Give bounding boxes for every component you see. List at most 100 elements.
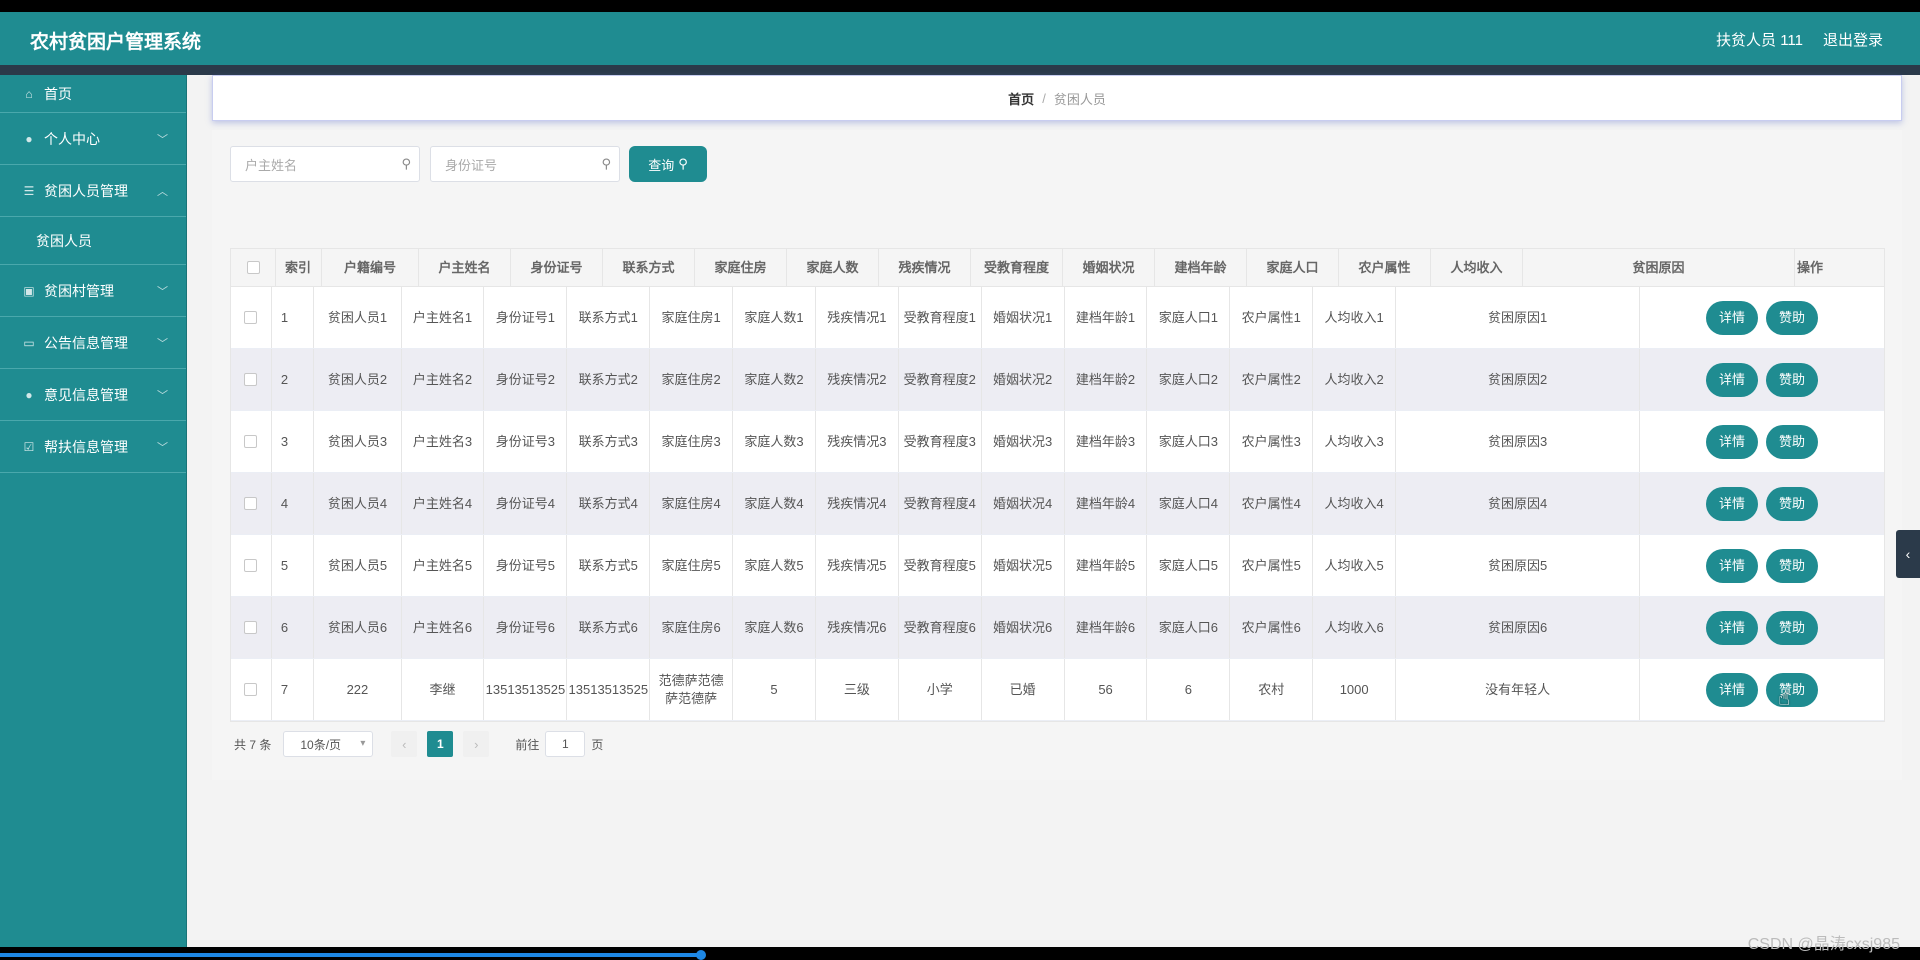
chevron-down-icon: ▾ xyxy=(360,738,366,749)
sidebar-item-personal-center[interactable]: ● 个人中心 ﹀ xyxy=(0,113,186,165)
cell-education: 小学 xyxy=(899,659,982,720)
row-checkbox[interactable] xyxy=(244,683,258,696)
cell-filing-age: 建档年龄6 xyxy=(1065,597,1148,658)
cell-education: 受教育程度4 xyxy=(899,473,982,534)
cell-contact: 联系方式6 xyxy=(567,597,651,658)
chevron-down-icon: ﹀ xyxy=(157,338,168,350)
cell-filing-age: 建档年龄2 xyxy=(1065,349,1148,410)
column-header: 索引 xyxy=(276,249,322,286)
column-header: 家庭人数 xyxy=(787,249,879,286)
chevron-down-icon: ﹀ xyxy=(157,442,168,454)
sidebar-item-home[interactable]: ⌂ 首页 xyxy=(0,75,186,113)
top-divider xyxy=(0,65,1920,75)
cell-income: 人均收入1 xyxy=(1313,287,1397,348)
query-button[interactable]: 查询 ⚲ xyxy=(629,146,707,182)
detail-button[interactable]: 详情 xyxy=(1706,548,1759,583)
detail-button[interactable]: 详情 xyxy=(1706,610,1759,645)
table-row: 6 贫困人员6 户主姓名6 身份证号6 联系方式6 家庭住房6 家庭人数6 残疾情况6 受教育程… xyxy=(231,597,1884,659)
detail-button[interactable]: 详情 xyxy=(1706,486,1759,521)
row-checkbox[interactable] xyxy=(244,373,258,386)
support-button[interactable]: 赞助 xyxy=(1766,362,1819,397)
cell-poverty-reason: 贫困原因1 xyxy=(1396,287,1641,348)
row-checkbox-cell xyxy=(231,287,272,348)
cell-disability: 残疾情况2 xyxy=(816,349,899,410)
page-number-current[interactable]: 1 xyxy=(427,731,454,757)
cell-housing: 家庭住房4 xyxy=(650,473,734,534)
row-checkbox[interactable] xyxy=(244,435,258,448)
prev-page-button[interactable]: ‹ xyxy=(391,731,418,757)
sidebar-item-label: 公告信息管理 xyxy=(44,334,128,351)
column-header: 婚姻状况 xyxy=(1063,249,1155,286)
support-button[interactable]: 赞助 xyxy=(1766,486,1819,521)
detail-button[interactable]: 详情 xyxy=(1706,672,1759,707)
cell-disability: 残疾情况6 xyxy=(816,597,899,658)
cell-marital-status: 婚姻状况2 xyxy=(982,349,1065,410)
sidebar-item-assistance-management[interactable]: ☑ 帮扶信息管理 ﹀ xyxy=(0,421,186,473)
cell-poverty-reason: 贫困原因5 xyxy=(1396,535,1641,596)
column-header: 建档年龄 xyxy=(1155,249,1247,286)
clipboard-icon: ▣ xyxy=(23,283,35,298)
column-header: 家庭住房 xyxy=(695,249,787,286)
cell-family-size: 家庭人数5 xyxy=(733,535,816,596)
watermark: CSDN @晶涛cxsj985 xyxy=(1747,936,1900,953)
detail-button[interactable]: 详情 xyxy=(1706,300,1759,335)
page-size-select[interactable]: 10条/页 ▾ xyxy=(283,731,374,757)
row-checkbox-cell xyxy=(231,597,272,658)
column-header: 农户属性 xyxy=(1339,249,1431,286)
sidebar-item-poor-people-management[interactable]: ☰ 贫困人员管理 ︿ xyxy=(0,165,186,217)
cell-household-id: 贫困人员1 xyxy=(314,287,402,348)
breadcrumb-home[interactable]: 首页 xyxy=(1008,89,1034,108)
row-checkbox[interactable] xyxy=(244,559,258,572)
row-checkbox[interactable] xyxy=(244,311,258,324)
goto-page-input[interactable]: 1 xyxy=(545,731,586,757)
cell-population: 家庭人口6 xyxy=(1147,597,1231,658)
cell-household-id: 贫困人员6 xyxy=(314,597,402,658)
cell-actions: 详情 赞助 xyxy=(1640,597,1884,658)
select-all-checkbox[interactable] xyxy=(246,261,260,274)
cell-owner-name: 户主姓名1 xyxy=(402,287,485,348)
row-checkbox-cell xyxy=(231,349,272,410)
support-button[interactable]: 赞助 xyxy=(1766,548,1819,583)
id-number-placeholder: 身份证号 xyxy=(445,157,498,173)
cell-family-size: 5 xyxy=(733,659,816,720)
cell-income: 人均收入5 xyxy=(1313,535,1397,596)
sidebar-item-feedback-management[interactable]: ● 意见信息管理 ﹀ xyxy=(0,369,186,421)
cell-income: 1000 xyxy=(1313,659,1397,720)
sidebar-item-announcement-management[interactable]: ▭ 公告信息管理 ﹀ xyxy=(0,317,186,369)
sidebar-subitem-poor-people[interactable]: 贫困人员 xyxy=(0,217,186,265)
id-number-search-input[interactable]: 身份证号 ⚲ xyxy=(430,146,620,182)
sidebar-item-poor-village-management[interactable]: ▣ 贫困村管理 ﹀ xyxy=(0,265,186,317)
sidebar: ⌂ 首页 ● 个人中心 ﹀ ☰ 贫困人员管理 ︿ 贫困人员 ▣ 贫困村管理 ﹀ … xyxy=(0,75,187,947)
cell-housing: 家庭住房6 xyxy=(650,597,734,658)
logout-link[interactable]: 退出登录 xyxy=(1823,29,1883,50)
owner-name-search-input[interactable]: 户主姓名 ⚲ xyxy=(230,146,420,182)
cell-index: 2 xyxy=(272,349,315,410)
top-bar: 农村贫困户管理系统 扶贫人员 111 退出登录 xyxy=(0,12,1920,65)
support-button[interactable]: 赞助 xyxy=(1766,300,1819,335)
table-row: 3 贫困人员3 户主姓名3 身份证号3 联系方式3 家庭住房3 家庭人数3 残疾情况3 受教育程… xyxy=(231,411,1884,473)
cell-contact: 联系方式1 xyxy=(567,287,651,348)
cell-disability: 残疾情况4 xyxy=(816,473,899,534)
panel-toggle-button[interactable]: ‹ xyxy=(1896,530,1920,578)
detail-button[interactable]: 详情 xyxy=(1706,424,1759,459)
list-icon: ☰ xyxy=(23,183,35,198)
video-progress-handle[interactable] xyxy=(696,950,706,960)
breadcrumb-current: 贫困人员 xyxy=(1053,91,1106,107)
support-button[interactable]: 赞助 xyxy=(1766,672,1819,707)
cell-owner-name: 户主姓名3 xyxy=(402,411,485,472)
cell-population: 家庭人口4 xyxy=(1147,473,1231,534)
cell-owner-name: 户主姓名2 xyxy=(402,349,485,410)
video-progress-bar[interactable] xyxy=(0,953,700,957)
next-page-button[interactable]: › xyxy=(463,731,490,757)
row-checkbox[interactable] xyxy=(244,497,258,510)
cell-marital-status: 婚姻状况5 xyxy=(982,535,1065,596)
detail-button[interactable]: 详情 xyxy=(1706,362,1759,397)
row-checkbox-cell xyxy=(231,659,272,720)
support-button[interactable]: 赞助 xyxy=(1766,610,1819,645)
row-checkbox[interactable] xyxy=(244,621,258,634)
cell-household-id: 贫困人员3 xyxy=(314,411,402,472)
cell-contact: 联系方式5 xyxy=(567,535,651,596)
chevron-right-icon: › xyxy=(474,736,479,752)
support-button[interactable]: 赞助 xyxy=(1766,424,1819,459)
row-checkbox-cell xyxy=(231,411,272,472)
